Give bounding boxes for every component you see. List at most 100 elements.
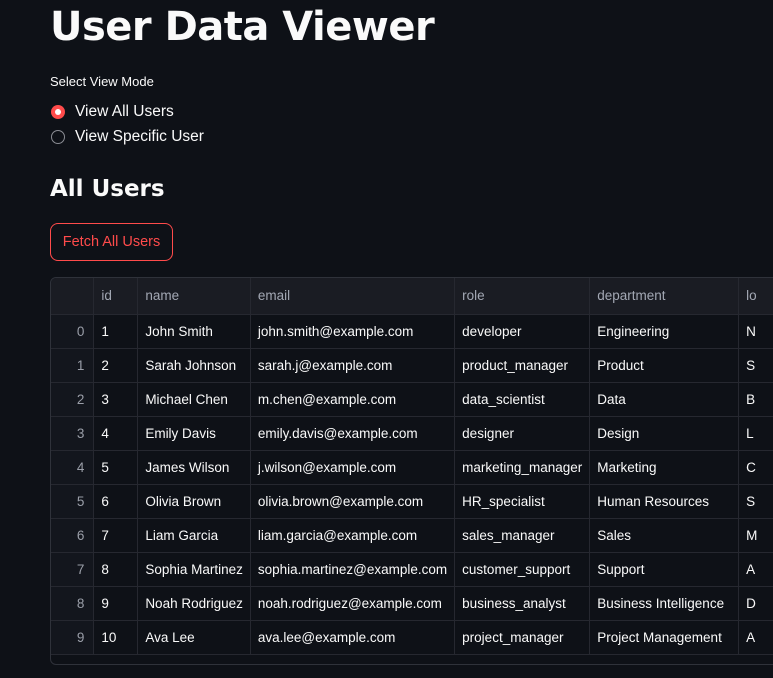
row-index-cell[interactable]: 0 bbox=[51, 314, 95, 349]
table-cell[interactable]: B bbox=[738, 382, 773, 417]
table-cell[interactable]: developer bbox=[454, 314, 591, 349]
column-header[interactable]: department bbox=[589, 278, 740, 315]
table-cell[interactable]: 3 bbox=[93, 382, 139, 417]
radio-selected-icon[interactable] bbox=[51, 105, 65, 119]
table-cell[interactable]: A bbox=[738, 552, 773, 587]
table-cell[interactable]: product_manager bbox=[454, 348, 591, 383]
table-cell[interactable]: Project Management bbox=[589, 620, 740, 655]
table-cell[interactable]: john.smith@example.com bbox=[250, 314, 456, 349]
table-cell[interactable]: designer bbox=[454, 416, 591, 451]
table-cell[interactable]: James Wilson bbox=[137, 450, 251, 485]
table-cell[interactable]: Data bbox=[589, 382, 740, 417]
row-index-cell[interactable]: 7 bbox=[51, 552, 95, 587]
radio-option-label: View All Users bbox=[75, 103, 174, 120]
row-index-cell[interactable]: 9 bbox=[51, 620, 95, 655]
table-header-row: id name email role department lo bbox=[51, 278, 773, 315]
table-cell[interactable]: 7 bbox=[93, 518, 139, 553]
table-cell[interactable]: Sarah Johnson bbox=[137, 348, 251, 383]
index-column-header[interactable] bbox=[51, 278, 95, 315]
table-row[interactable]: 8 9 Noah Rodriguez noah.rodriguez@example.c… bbox=[51, 586, 773, 621]
table-cell[interactable]: C bbox=[738, 450, 773, 485]
radio-unselected-icon[interactable] bbox=[51, 130, 65, 144]
table-cell[interactable]: m.chen@example.com bbox=[250, 382, 456, 417]
table-cell[interactable]: Noah Rodriguez bbox=[137, 586, 251, 621]
column-header[interactable]: email bbox=[250, 278, 456, 315]
row-index-cell[interactable]: 5 bbox=[51, 484, 95, 519]
row-index-cell[interactable]: 6 bbox=[51, 518, 95, 553]
table-cell[interactable]: Michael Chen bbox=[137, 382, 251, 417]
table-row[interactable]: 0 1 John Smith john.smith@example.com develo… bbox=[51, 314, 773, 349]
row-index-cell[interactable]: 4 bbox=[51, 450, 95, 485]
table-cell[interactable]: emily.davis@example.com bbox=[250, 416, 456, 451]
table-cell[interactable]: Liam Garcia bbox=[137, 518, 251, 553]
table-cell[interactable]: S bbox=[738, 348, 773, 383]
table-cell[interactable]: olivia.brown@example.com bbox=[250, 484, 456, 519]
table-body: 0 1 John Smith john.smith@example.com develo… bbox=[51, 314, 773, 655]
table-row[interactable]: 5 6 Olivia Brown olivia.brown@example.com HR… bbox=[51, 484, 773, 519]
table-cell[interactable]: Ava Lee bbox=[137, 620, 251, 655]
row-index-cell[interactable]: 3 bbox=[51, 416, 95, 451]
table-cell[interactable]: Design bbox=[589, 416, 740, 451]
table-row[interactable]: 7 8 Sophia Martinez sophia.martinez@example… bbox=[51, 552, 773, 587]
table-cell[interactable]: D bbox=[738, 586, 773, 621]
table-cell[interactable]: j.wilson@example.com bbox=[250, 450, 456, 485]
table-row[interactable]: 9 10 Ava Lee ava.lee@example.com project_man… bbox=[51, 620, 773, 655]
table-cell[interactable]: data_scientist bbox=[454, 382, 591, 417]
table-cell[interactable]: Product bbox=[589, 348, 740, 383]
table-row[interactable]: 2 3 Michael Chen m.chen@example.com data_sci… bbox=[51, 382, 773, 417]
table-row[interactable]: 4 5 James Wilson j.wilson@example.com market… bbox=[51, 450, 773, 485]
table-cell[interactable]: Support bbox=[589, 552, 740, 587]
table-cell[interactable]: N bbox=[738, 314, 773, 349]
table-cell[interactable]: business_analyst bbox=[454, 586, 591, 621]
table-cell[interactable]: project_manager bbox=[454, 620, 591, 655]
page-title: User Data Viewer bbox=[50, 4, 435, 50]
table-cell[interactable]: 8 bbox=[93, 552, 139, 587]
table-row[interactable]: 1 2 Sarah Johnson sarah.j@example.com produc… bbox=[51, 348, 773, 383]
table-cell[interactable]: A bbox=[738, 620, 773, 655]
table-cell[interactable]: 6 bbox=[93, 484, 139, 519]
table-cell[interactable]: M bbox=[738, 518, 773, 553]
table-cell[interactable]: liam.garcia@example.com bbox=[250, 518, 456, 553]
table-cell[interactable]: sophia.martinez@example.com bbox=[250, 552, 456, 587]
users-table: id name email role department lo 0 1 John Smith… bbox=[51, 278, 773, 655]
table-cell[interactable]: Sales bbox=[589, 518, 740, 553]
radio-view-all-users[interactable]: View All Users bbox=[51, 103, 174, 121]
row-index-cell[interactable]: 2 bbox=[51, 382, 95, 417]
table-cell[interactable]: Sophia Martinez bbox=[137, 552, 251, 587]
table-cell[interactable]: 9 bbox=[93, 586, 139, 621]
column-header[interactable]: role bbox=[454, 278, 591, 315]
radio-view-specific-user[interactable]: View Specific User bbox=[51, 128, 204, 146]
table-cell[interactable]: noah.rodriguez@example.com bbox=[250, 586, 456, 621]
column-header[interactable]: name bbox=[137, 278, 251, 315]
table-cell[interactable]: 2 bbox=[93, 348, 139, 383]
table-cell[interactable]: Business Intelligence bbox=[589, 586, 740, 621]
table-cell[interactable]: marketing_manager bbox=[454, 450, 591, 485]
column-header[interactable]: lo bbox=[738, 278, 773, 315]
table-cell[interactable]: HR_specialist bbox=[454, 484, 591, 519]
row-index-cell[interactable]: 8 bbox=[51, 586, 95, 621]
table-cell[interactable]: John Smith bbox=[137, 314, 251, 349]
table-cell[interactable]: Human Resources bbox=[589, 484, 740, 519]
table-cell[interactable]: Marketing bbox=[589, 450, 740, 485]
table-cell[interactable]: ava.lee@example.com bbox=[250, 620, 456, 655]
table-row[interactable]: 3 4 Emily Davis emily.davis@example.com desi… bbox=[51, 416, 773, 451]
table-cell[interactable]: 5 bbox=[93, 450, 139, 485]
table-cell[interactable]: 10 bbox=[93, 620, 139, 655]
users-dataframe[interactable]: id name email role department lo 0 1 John Smith… bbox=[50, 277, 773, 665]
table-cell[interactable]: Olivia Brown bbox=[137, 484, 251, 519]
table-cell[interactable]: 1 bbox=[93, 314, 139, 349]
table-cell[interactable]: sarah.j@example.com bbox=[250, 348, 456, 383]
table-row[interactable]: 6 7 Liam Garcia liam.garcia@example.com sale… bbox=[51, 518, 773, 553]
column-header[interactable]: id bbox=[93, 278, 139, 315]
table-cell[interactable]: S bbox=[738, 484, 773, 519]
table-cell[interactable]: sales_manager bbox=[454, 518, 591, 553]
row-index-cell[interactable]: 1 bbox=[51, 348, 95, 383]
table-cell[interactable]: customer_support bbox=[454, 552, 591, 587]
fetch-all-users-button[interactable]: Fetch All Users bbox=[50, 223, 173, 261]
radio-option-label: View Specific User bbox=[75, 128, 204, 145]
table-cell[interactable]: L bbox=[738, 416, 773, 451]
table-cell[interactable]: Engineering bbox=[589, 314, 740, 349]
table-cell[interactable]: Emily Davis bbox=[137, 416, 251, 451]
table-cell[interactable]: 4 bbox=[93, 416, 139, 451]
section-heading: All Users bbox=[50, 176, 165, 202]
